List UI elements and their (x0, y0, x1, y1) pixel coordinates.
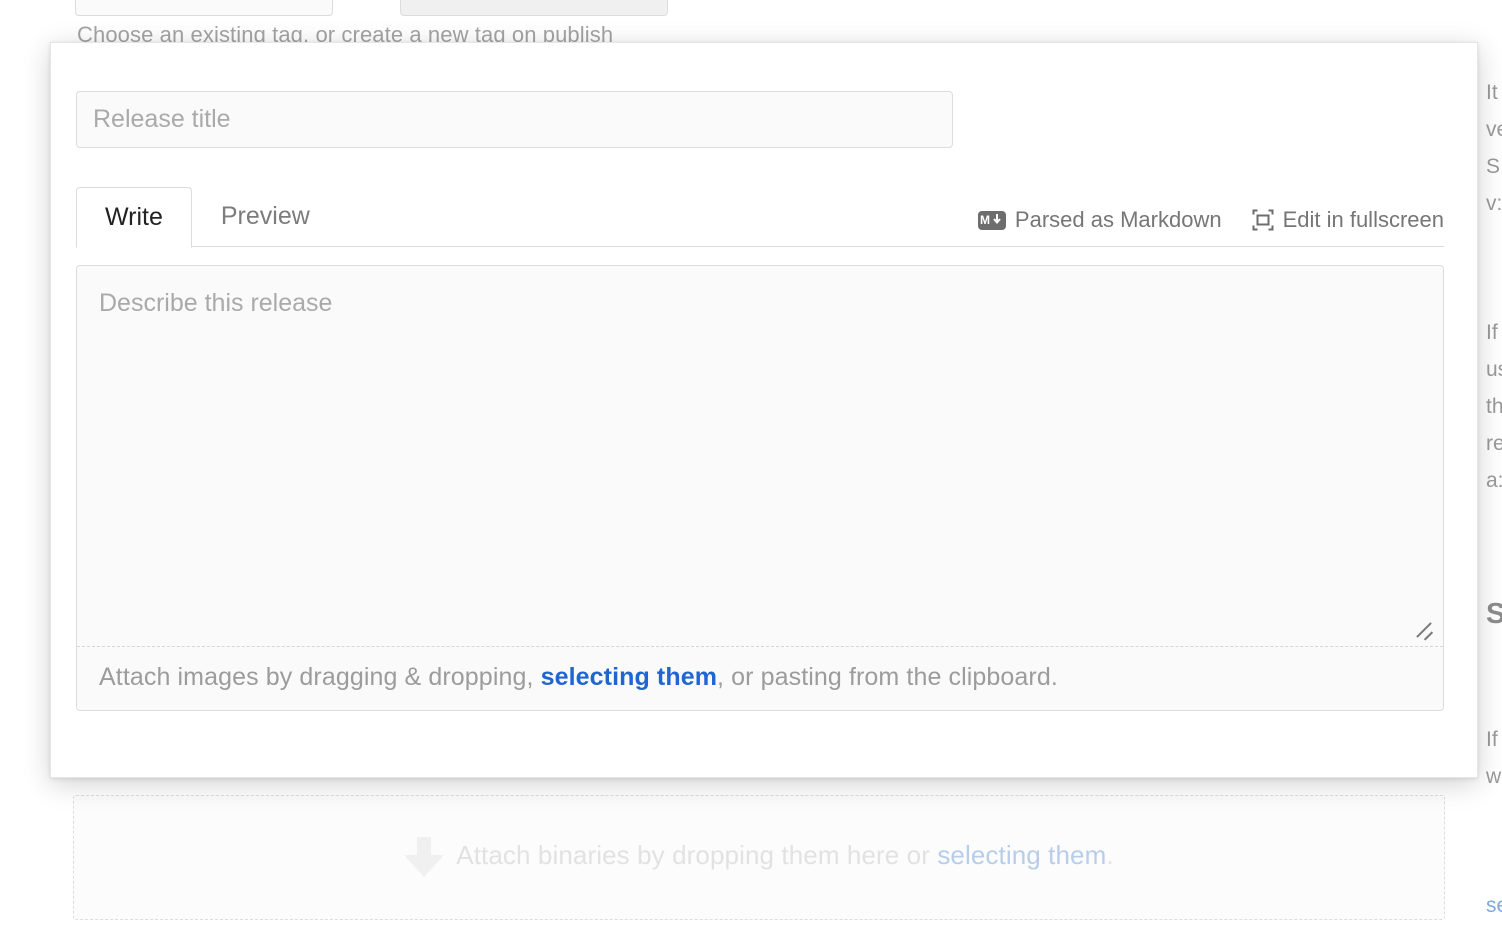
editor-tabs: Write Preview (76, 186, 339, 247)
attach-select-link[interactable]: selecting them (541, 663, 717, 691)
attach-text-before: Attach images by dragging & dropping, (99, 663, 541, 691)
arrow-down-icon (404, 835, 444, 877)
binaries-text-before: Attach binaries by dropping them here or (456, 840, 937, 870)
editor-tools: M Parsed as Markdown (978, 207, 1444, 233)
edit-in-fullscreen-label: Edit in fullscreen (1283, 207, 1444, 233)
markdown-icon: M (978, 211, 1006, 230)
fullscreen-icon (1252, 209, 1274, 231)
modal-body: Write Preview M Parsed as Markdown (76, 91, 1477, 711)
release-title-input[interactable] (76, 91, 953, 148)
release-editor-modal: Write Preview M Parsed as Markdown (50, 42, 1478, 778)
tag-input-right[interactable] (400, 0, 668, 16)
sidebar-help-text: It ve S v: If us th re a: S If w se (1486, 0, 1502, 932)
svg-text:M: M (980, 213, 990, 227)
help-heading: S (1486, 591, 1502, 637)
binaries-dropzone-inner: Attach binaries by dropping them here or… (404, 835, 1113, 877)
binaries-dropzone[interactable]: Attach binaries by dropping them here or… (73, 795, 1445, 920)
tab-preview[interactable]: Preview (192, 186, 339, 247)
parsed-as-markdown-label: Parsed as Markdown (1015, 207, 1222, 233)
binaries-select-link[interactable]: selecting them (937, 840, 1106, 870)
help-paragraph-3: If w (1486, 721, 1502, 795)
editor-tabstrip: Write Preview M Parsed as Markdown (76, 178, 1444, 247)
markdown-write-pane: Attach images by dragging & dropping, se… (76, 265, 1444, 711)
tab-write[interactable]: Write (76, 187, 192, 248)
attach-images-bar: Attach images by dragging & dropping, se… (77, 646, 1443, 710)
edit-in-fullscreen-button[interactable]: Edit in fullscreen (1252, 207, 1444, 233)
textarea-wrapper (77, 266, 1443, 646)
attach-text-after: , or pasting from the clipboard. (717, 663, 1058, 691)
binaries-dropzone-text: Attach binaries by dropping them here or… (456, 840, 1113, 871)
help-paragraph-1: It ve S v: (1486, 74, 1502, 222)
release-description-textarea[interactable] (77, 266, 1443, 646)
binaries-text-after: . (1106, 840, 1113, 870)
page-root: Choose an existing tag, or create a new … (0, 0, 1502, 932)
parsed-as-markdown-button[interactable]: M Parsed as Markdown (978, 207, 1222, 233)
tag-input-left[interactable] (75, 0, 333, 16)
help-link[interactable]: se (1486, 887, 1502, 924)
help-paragraph-2: If us th re a: (1486, 314, 1502, 499)
